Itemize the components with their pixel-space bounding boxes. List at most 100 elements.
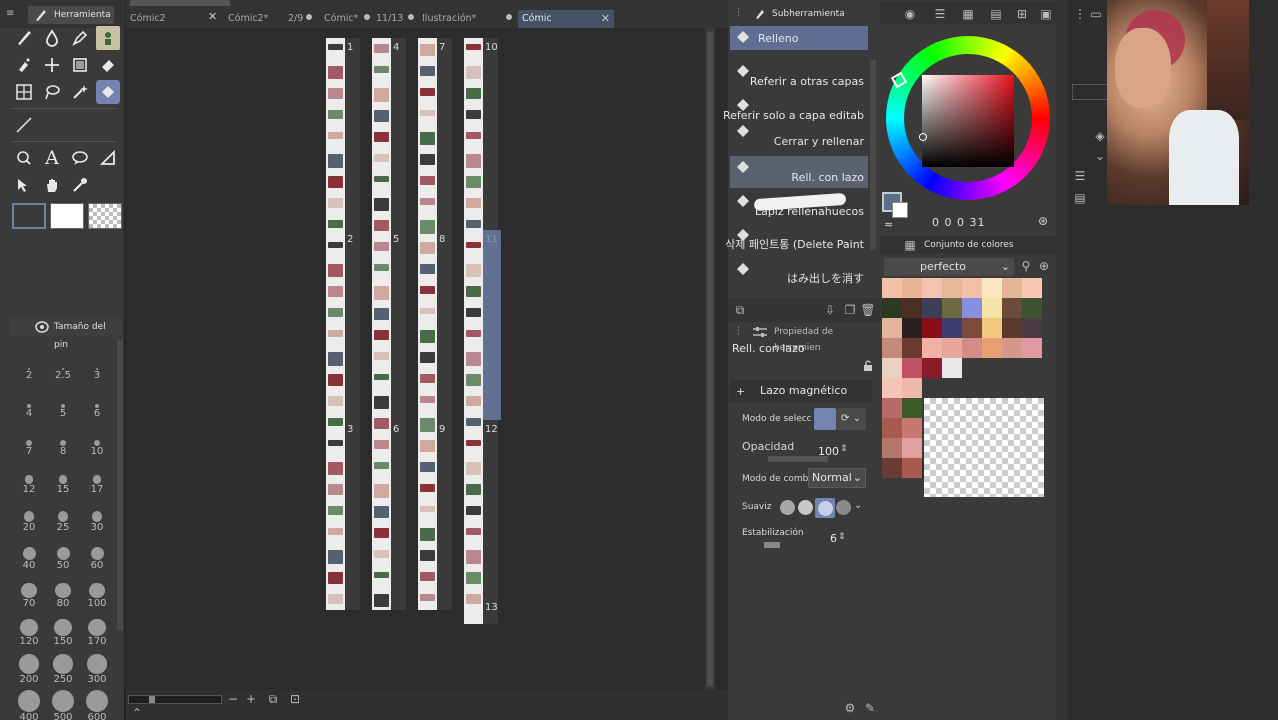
palette-color-swatch[interactable]	[962, 298, 982, 318]
palette-color-swatch[interactable]	[942, 278, 962, 298]
line-icon[interactable]	[96, 146, 120, 170]
chevron-down-icon[interactable]: ⌄	[1092, 148, 1108, 164]
move-cross-icon[interactable]	[40, 53, 64, 77]
magic-wand-icon[interactable]	[68, 80, 92, 104]
subtool-item[interactable]: Cerrar y rellenar	[730, 120, 868, 152]
page-thumbnail-strip[interactable]	[326, 38, 345, 610]
tab-page-11-13[interactable]: 11/13	[372, 10, 410, 28]
brush-size-option[interactable]: 10	[82, 424, 112, 464]
brush-size-option[interactable]: 60	[82, 538, 112, 578]
color-slider-tab-icon[interactable]: ☰	[932, 6, 948, 22]
wrench-icon[interactable]: ✎	[862, 700, 878, 716]
brush-size-option[interactable]: 100	[82, 576, 112, 616]
brush-size-option[interactable]: 5	[48, 386, 78, 426]
palette-color-swatch[interactable]	[882, 298, 902, 318]
brush-size-option[interactable]: 30	[82, 500, 112, 540]
palette-color-swatch[interactable]	[982, 278, 1002, 298]
brush-size-option[interactable]: 25	[48, 500, 78, 540]
brush-size-option[interactable]: 150	[48, 614, 78, 654]
subtool-duplicate-icon[interactable]: ❐	[842, 302, 858, 318]
palette-color-swatch[interactable]	[942, 338, 962, 358]
text-icon[interactable]: A	[40, 146, 64, 170]
palette-color-swatch[interactable]	[902, 438, 922, 458]
pencil-tip-icon[interactable]	[68, 26, 92, 50]
scroll-thumb[interactable]	[707, 32, 713, 686]
modified-dot-icon[interactable]	[306, 14, 312, 20]
fill-bucket-icon[interactable]	[96, 80, 120, 104]
palette-color-swatch[interactable]	[902, 418, 922, 438]
selection-mode-freehand-button[interactable]	[814, 408, 836, 430]
tab-comic-active[interactable]: Cómic ✕	[518, 10, 614, 28]
sub-color-indicator[interactable]	[892, 202, 908, 218]
brush-size-option[interactable]: 600	[82, 690, 112, 720]
palette-color-swatch[interactable]	[1022, 278, 1042, 298]
palette-color-swatch[interactable]	[982, 298, 1002, 318]
zoom-out-icon[interactable]: −	[226, 692, 240, 706]
color-mode-icon[interactable]: ⊛	[1038, 214, 1048, 228]
palette-color-swatch[interactable]	[1002, 338, 1022, 358]
brush-size-option[interactable]: 200	[14, 652, 44, 692]
fit-page-icon[interactable]: ⧉	[266, 692, 280, 706]
palette-color-swatch[interactable]	[922, 278, 942, 298]
palette-color-swatch[interactable]	[1002, 298, 1022, 318]
palette-color-swatch[interactable]	[882, 438, 902, 458]
brush-size-option[interactable]: 20	[14, 500, 44, 540]
add-color-icon[interactable]: ⊕	[1036, 258, 1052, 274]
stabilization-value[interactable]: 6	[830, 532, 837, 545]
brush-size-option[interactable]: 400	[14, 690, 44, 720]
hand-icon[interactable]	[40, 173, 64, 197]
smooth-level-2[interactable]	[798, 500, 813, 515]
palette-color-swatch[interactable]	[882, 278, 902, 298]
subtool-item[interactable]: Rell. con lazo	[730, 156, 868, 188]
palette-color-swatch[interactable]	[922, 338, 942, 358]
brush-size-option[interactable]: 3	[82, 348, 112, 388]
subtool-scrollbar[interactable]	[870, 60, 876, 250]
palette-color-swatch[interactable]	[902, 358, 922, 378]
palette-color-swatch[interactable]	[922, 298, 942, 318]
intermediate-color-tab-icon[interactable]: ▤	[988, 6, 1004, 22]
palette-color-swatch[interactable]	[902, 298, 922, 318]
brush-size-option[interactable]: 300	[82, 652, 112, 692]
palette-color-swatch[interactable]	[922, 318, 942, 338]
brush-size-option[interactable]: 500	[48, 690, 78, 720]
palette-color-swatch[interactable]	[882, 398, 902, 418]
stabilization-slider[interactable]	[764, 542, 780, 548]
subtool-item[interactable]: Relleno	[730, 26, 868, 50]
sv-marker[interactable]	[919, 133, 927, 141]
zoom-slider[interactable]	[128, 695, 222, 704]
brush-size-option[interactable]: 8	[48, 424, 78, 464]
ink-drop-icon[interactable]	[40, 26, 64, 50]
palette-color-swatch[interactable]	[942, 318, 962, 338]
tab-comic-modified[interactable]: Cómic*	[320, 10, 364, 28]
speech-bubble-icon[interactable]	[68, 146, 92, 170]
palette-color-swatch[interactable]	[882, 378, 902, 398]
palette-color-swatch[interactable]	[962, 278, 982, 298]
rotate-icon[interactable]: ⊡	[288, 692, 302, 706]
frame-icon[interactable]	[12, 80, 36, 104]
brush-size-option[interactable]: 7	[14, 424, 44, 464]
palette-color-swatch[interactable]	[942, 358, 962, 378]
airbrush-icon[interactable]	[12, 53, 36, 77]
brush-size-option[interactable]: 250	[48, 652, 78, 692]
panel-menu-icon[interactable]: ⋮	[1072, 6, 1088, 22]
tab-comic2-modified[interactable]: Cómic2*	[224, 10, 284, 28]
layer-icon[interactable]: ◈	[1092, 128, 1108, 144]
lock-icon[interactable]	[862, 360, 874, 372]
modified-dot-icon[interactable]	[408, 14, 414, 20]
modified-dot-icon[interactable]	[506, 14, 512, 20]
color-set-select[interactable]: perfecto ⌄	[884, 258, 1014, 276]
transparent-color-swatch[interactable]	[88, 203, 122, 229]
zoom-handle[interactable]	[149, 696, 155, 703]
collapse-icon[interactable]: ⌃	[130, 706, 144, 720]
subtool-import-icon[interactable]: ⇩	[822, 302, 838, 318]
smooth-level-3-selected[interactable]	[815, 498, 835, 518]
palette-color-swatch[interactable]	[882, 418, 902, 438]
gradient-icon[interactable]	[68, 53, 92, 77]
canvas-area[interactable]	[126, 28, 703, 690]
eraser-icon[interactable]	[96, 53, 120, 77]
palette-color-swatch[interactable]	[882, 338, 902, 358]
brush-size-option[interactable]: 6	[82, 386, 112, 426]
modified-dot-icon[interactable]	[364, 14, 370, 20]
palette-color-swatch[interactable]	[882, 318, 902, 338]
page-thumbnail-strip[interactable]	[418, 38, 437, 610]
